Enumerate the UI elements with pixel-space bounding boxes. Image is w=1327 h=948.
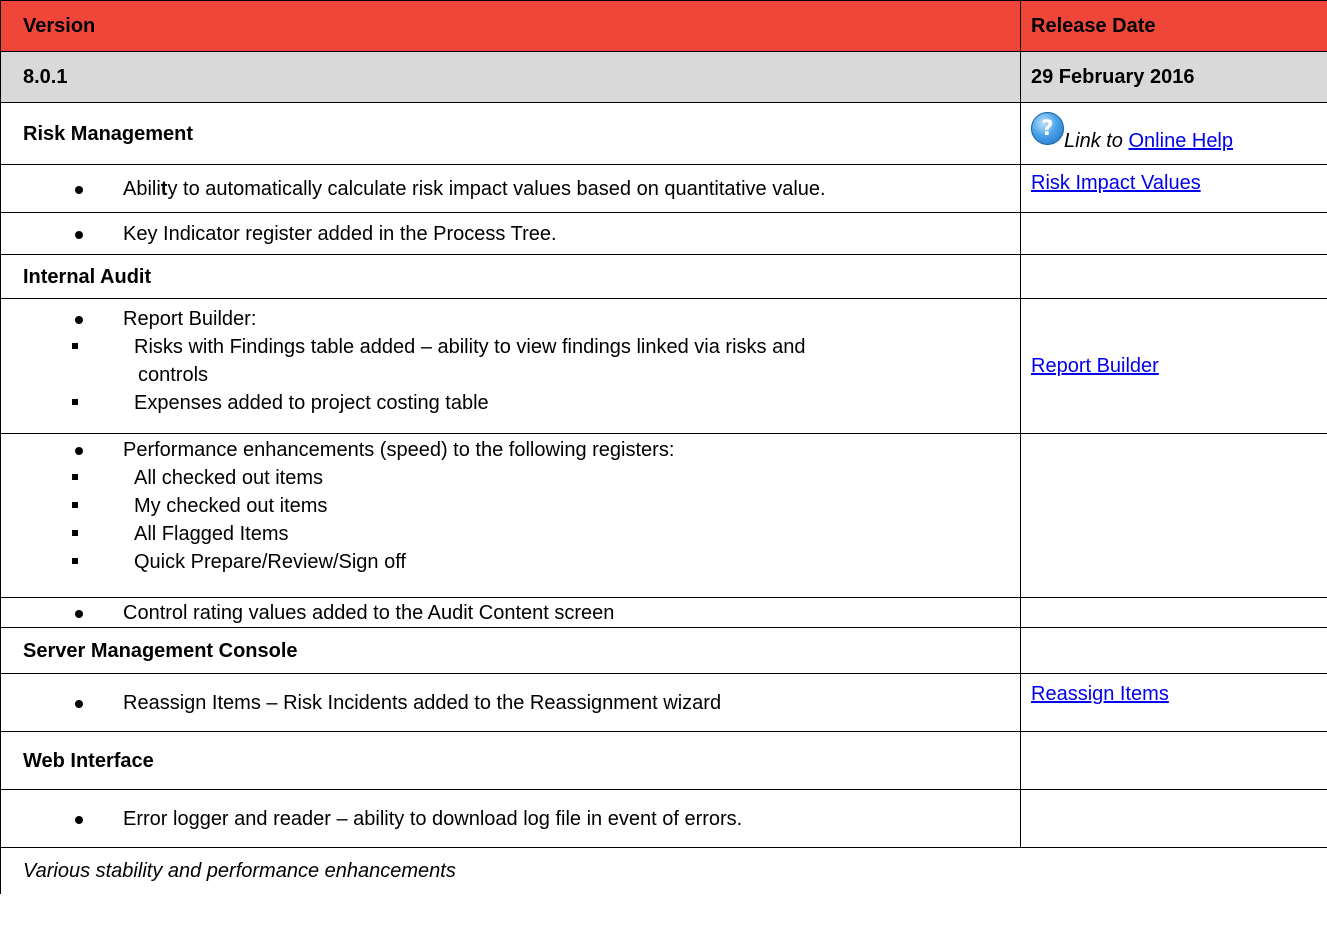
bullet-dot-icon [75,230,83,239]
online-help-prefix: Link to [1064,129,1123,152]
online-help-block: ?Link to Online Help [1031,111,1327,153]
reassign-item-cell: Reassign Items – Risk Incidents added to… [0,673,1021,732]
section-title-web-interface: Web Interface [0,731,1021,790]
empty-cell [1020,254,1327,299]
error-logger-text: Error logger and reader – ability to dow… [123,807,743,830]
list-item: Error logger and reader – ability to dow… [1,805,1020,833]
list-item: All Flagged Items [1,520,1020,548]
error-logger-item-cell: Error logger and reader – ability to dow… [0,789,1021,848]
report-builder-text: Report Builder: [123,308,257,330]
expenses-text: Expenses added to project costing table [134,392,489,414]
risks-findings-continuation: controls [138,364,209,386]
risk-impact-text-end: y to automatically calculate risk impact… [167,177,826,200]
table-row: Error logger and reader – ability to dow… [0,789,1327,848]
report-builder-link-cell: Report Builder [1020,298,1327,434]
key-indicator-item-cell: Key Indicator register added in the Proc… [0,212,1021,255]
section-row-risk-management: Risk Management ?Link to Online Help [0,102,1327,165]
section-row-server-console: Server Management Console [0,627,1327,674]
table-row: Reassign Items – Risk Incidents added to… [0,673,1327,732]
bullet-square-icon [72,343,78,349]
all-flagged-text: All Flagged Items [134,523,289,545]
risk-impact-link-cell: Risk Impact Values [1020,164,1327,213]
bullet-dot-icon [75,185,83,194]
stability-note: Various stability and performance enhanc… [0,847,1327,894]
version-column-header: Version [0,0,1021,52]
table-row: Key Indicator register added in the Proc… [0,212,1327,255]
reassign-items-link[interactable]: Reassign Items [1031,683,1169,705]
report-builder-link[interactable]: Report Builder [1031,355,1159,377]
section-row-web-interface: Web Interface [0,731,1327,790]
bullet-dot-icon [75,699,83,708]
my-checked-out-text: My checked out items [134,495,328,517]
bullet-dot-icon [75,447,83,455]
table-row: Report Builder: Risks with Findings tabl… [0,298,1327,434]
online-help-link[interactable]: Online Help [1129,130,1234,152]
help-question-icon: ? [1031,111,1064,145]
online-help-cell: ?Link to Online Help [1020,102,1327,165]
table-row: Ability to automatically calculate risk … [0,164,1327,213]
empty-cell [1020,731,1327,790]
risks-findings-text: Risks with Findings table added – abilit… [134,336,806,358]
table-row: Control rating values added to the Audit… [0,597,1327,628]
quick-prepare-text: Quick Prepare/Review/Sign off [134,551,406,573]
list-item: Control rating values added to the Audit… [1,599,1020,627]
section-title-internal-audit: Internal Audit [0,254,1021,299]
list-item: Ability to automatically calculate risk … [1,175,1020,203]
bullet-square-icon [72,474,78,480]
control-rating-text: Control rating values added to the Audit… [123,601,615,624]
empty-cell [1020,212,1327,255]
bullet-dot-icon [75,609,83,618]
list-item: Risks with Findings table added – abilit… [1,333,1020,361]
risk-impact-text-start: Abili [123,177,161,200]
release-notes-table: Version Release Date 8.0.1 29 February 2… [0,0,1327,894]
list-item: My checked out items [1,492,1020,520]
report-builder-item-cell: Report Builder: Risks with Findings tabl… [0,298,1021,434]
section-title-risk-management: Risk Management [0,102,1021,165]
list-item: Reassign Items – Risk Incidents added to… [1,689,1020,717]
list-item: Performance enhancements (speed) to the … [1,436,1020,464]
empty-cell [1020,433,1327,598]
release-date: 29 February 2016 [1020,51,1327,103]
list-item: All checked out items [1,464,1020,492]
bullet-square-icon [72,530,78,536]
table-header-row: Version Release Date [0,0,1327,52]
bullet-square-icon [72,399,78,405]
section-title-server-console: Server Management Console [0,627,1021,674]
bullet-square-icon [72,502,78,508]
list-item: Key Indicator register added in the Proc… [1,220,1020,248]
table-row: Performance enhancements (speed) to the … [0,433,1327,598]
online-help-line: Link to Online Help [1064,129,1233,153]
bullet-square-icon [72,558,78,564]
performance-item-cell: Performance enhancements (speed) to the … [0,433,1021,598]
all-checked-out-text: All checked out items [134,467,323,489]
bullet-dot-icon [75,815,83,824]
bullet-dot-icon [75,316,83,324]
empty-cell [1020,597,1327,628]
version-row: 8.0.1 29 February 2016 [0,51,1327,103]
section-row-internal-audit: Internal Audit [0,254,1327,299]
list-item: Expenses added to project costing table [1,389,1020,417]
version-number: 8.0.1 [0,51,1021,103]
release-date-column-header: Release Date [1020,0,1327,52]
control-rating-item-cell: Control rating values added to the Audit… [0,597,1021,628]
empty-cell [1020,789,1327,848]
key-indicator-text: Key Indicator register added in the Proc… [123,222,557,245]
risk-impact-item-cell: Ability to automatically calculate risk … [0,164,1021,213]
list-item: Report Builder: [1,305,1020,333]
risk-impact-values-link[interactable]: Risk Impact Values [1031,172,1201,194]
footer-row: Various stability and performance enhanc… [0,847,1327,894]
performance-text: Performance enhancements (speed) to the … [123,439,675,461]
empty-cell [1020,627,1327,674]
reassign-link-cell: Reassign Items [1020,673,1327,732]
reassign-text: Reassign Items – Risk Incidents added to… [123,691,722,714]
list-item: Quick Prepare/Review/Sign off [1,548,1020,576]
